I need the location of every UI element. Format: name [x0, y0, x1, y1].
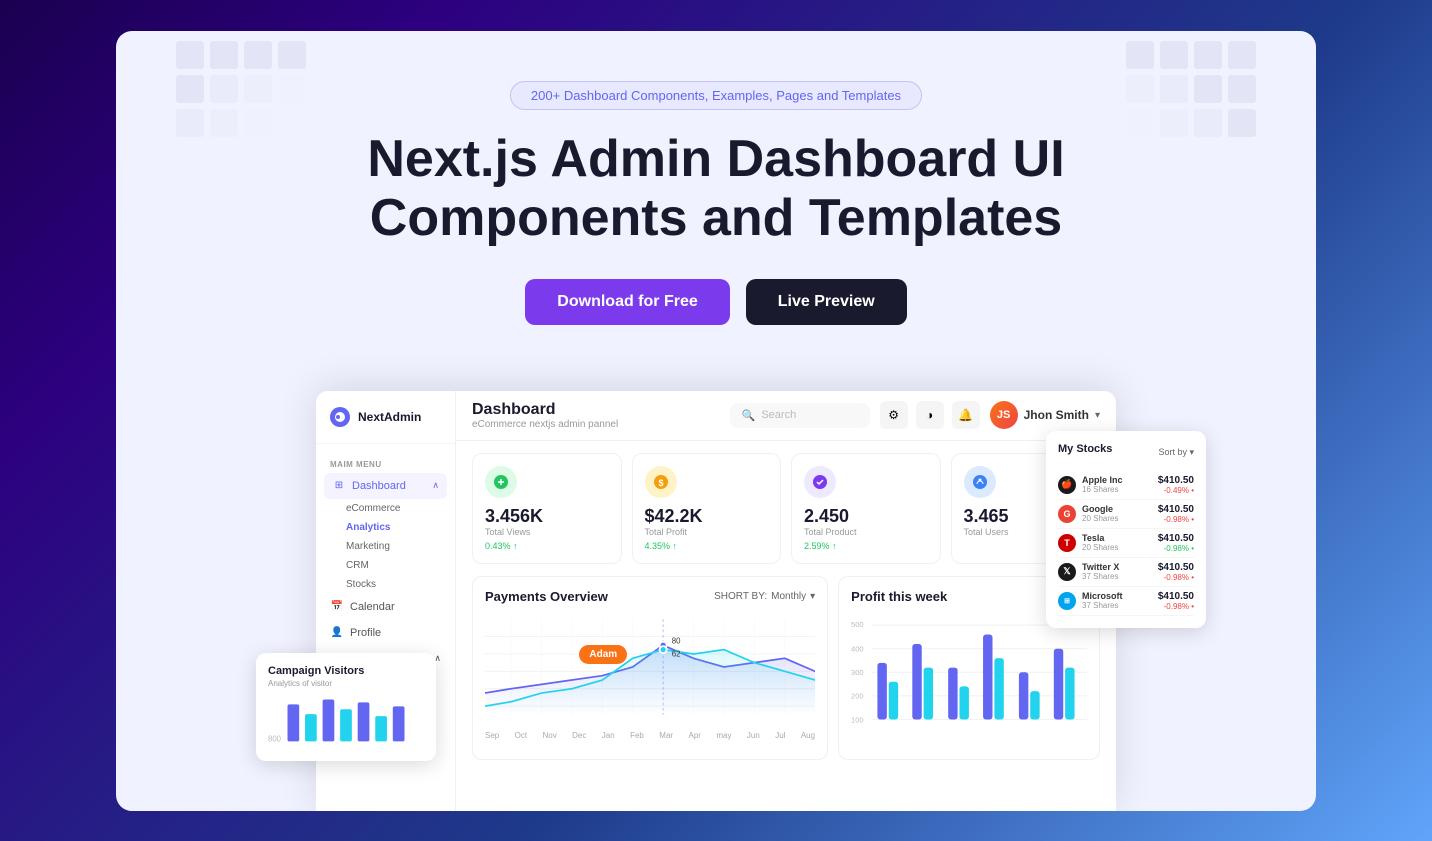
- stocks-card: My Stocks Sort by ▾ 🍎 Apple Inc16 Shares…: [1046, 431, 1206, 628]
- campaign-subtitle: Analytics of visitor: [268, 679, 424, 688]
- main-card: 200+ Dashboard Components, Examples, Pag…: [116, 31, 1316, 811]
- profit-label: Total Profit: [645, 527, 769, 537]
- payments-chart-card: Payments Overview SHORT BY: Monthly ▾ Ad…: [472, 576, 828, 760]
- stats-row: 3.456K Total Views 0.43% ↑ $ $42.2K Tota…: [456, 441, 1116, 564]
- microsoft-logo: ⊞: [1058, 592, 1076, 610]
- product-value: 2.450: [804, 506, 928, 527]
- svg-text:300: 300: [851, 668, 864, 677]
- stat-card-profit: $ $42.2K Total Profit 4.35% ↑: [632, 453, 782, 564]
- apple-logo: 🍎: [1058, 476, 1076, 494]
- dashboard-icon: ⊞: [332, 479, 346, 493]
- hero-section: 200+ Dashboard Components, Examples, Pag…: [116, 31, 1316, 326]
- dashboard-window: NextAdmin MAIM MENU ⊞ Dashboard ∧ eComme…: [316, 391, 1116, 811]
- profile-icon: 👤: [330, 626, 344, 640]
- charts-row: Payments Overview SHORT BY: Monthly ▾ Ad…: [456, 564, 1116, 772]
- sidebar-item-profile[interactable]: 👤 Profile: [316, 620, 455, 646]
- sidebar-sub-crm[interactable]: CRM: [316, 556, 455, 575]
- sidebar-item-dashboard[interactable]: ⊞ Dashboard ∧: [324, 473, 447, 499]
- sidebar-sub-stocks[interactable]: Stocks: [316, 575, 455, 594]
- svg-text:200: 200: [851, 691, 864, 700]
- payments-chart-header: Payments Overview SHORT BY: Monthly ▾: [485, 589, 815, 604]
- views-icon: [485, 466, 517, 498]
- topbar-icons: ⚙ ◑ 🔔: [880, 401, 980, 429]
- stock-microsoft: ⊞ Microsoft37 Shares $410.50-0.98% •: [1058, 587, 1194, 616]
- profit-icon: $: [645, 466, 677, 498]
- svg-text:$: $: [658, 478, 663, 488]
- sidebar-sub-ecommerce[interactable]: eCommerce: [316, 499, 455, 518]
- product-label: Total Product: [804, 527, 928, 537]
- topbar: Dashboard eCommerce nextjs admin pannel …: [456, 391, 1116, 441]
- expand-icon: ∧: [432, 480, 439, 491]
- filter-chevron: ▾: [810, 591, 815, 602]
- hero-title: Next.js Admin Dashboard UI Components an…: [366, 130, 1066, 250]
- search-placeholder: Search: [761, 409, 796, 421]
- svg-text:500: 500: [851, 620, 864, 629]
- page-title: Dashboard: [472, 401, 730, 419]
- product-icon: [804, 466, 836, 498]
- svg-text:100: 100: [851, 715, 864, 724]
- sidebar-section-label: MAIM MENU: [316, 452, 455, 473]
- views-change: 0.43% ↑: [485, 541, 609, 551]
- user-info[interactable]: JS Jhon Smith ▾: [990, 401, 1100, 429]
- payments-chart-title: Payments Overview: [485, 589, 608, 604]
- logo-icon: [330, 407, 350, 427]
- stocks-title: My Stocks: [1058, 443, 1112, 455]
- logo-text: NextAdmin: [358, 410, 421, 424]
- stat-card-views: 3.456K Total Views 0.43% ↑: [472, 453, 622, 564]
- profit-change: 4.35% ↑: [645, 541, 769, 551]
- views-label: Total Views: [485, 527, 609, 537]
- user-dropdown-icon: ▾: [1095, 410, 1100, 421]
- theme-icon[interactable]: ◑: [916, 401, 944, 429]
- stock-tesla: T Tesla20 Shares $410.50-0.98% •: [1058, 529, 1194, 558]
- twitter-logo: 𝕏: [1058, 563, 1076, 581]
- cta-buttons: Download for Free Live Preview: [116, 279, 1316, 325]
- user-avatar: JS: [990, 401, 1018, 429]
- main-content: Dashboard eCommerce nextjs admin pannel …: [456, 391, 1116, 811]
- download-button[interactable]: Download for Free: [525, 279, 729, 325]
- calendar-icon: 📅: [330, 600, 344, 614]
- product-change: 2.59% ↑: [804, 541, 928, 551]
- sidebar-logo: NextAdmin: [316, 407, 455, 444]
- tesla-logo: T: [1058, 534, 1076, 552]
- notification-icon[interactable]: 🔔: [952, 401, 980, 429]
- dashboard-preview: My Stocks Sort by ▾ 🍎 Apple Inc16 Shares…: [256, 391, 1176, 811]
- payments-line-chart: 80 62: [485, 612, 815, 722]
- campaign-bar-chart: 800: [268, 694, 424, 744]
- campaign-card: Campaign Visitors Analytics of visitor 8…: [256, 653, 436, 761]
- stocks-sort: Sort by ▾: [1158, 447, 1194, 458]
- svg-text:400: 400: [851, 644, 864, 653]
- stat-card-product: 2.450 Total Product 2.59% ↑: [791, 453, 941, 564]
- svg-text:800: 800: [268, 734, 282, 743]
- search-icon: 🔍: [742, 409, 756, 422]
- users-icon: [964, 466, 996, 498]
- stock-google: G Google20 Shares $410.50-0.98% •: [1058, 500, 1194, 529]
- campaign-title: Campaign Visitors: [268, 665, 424, 677]
- settings-icon[interactable]: ⚙: [880, 401, 908, 429]
- page-subtitle: eCommerce nextjs admin pannel: [472, 419, 730, 430]
- views-value: 3.456K: [485, 506, 609, 527]
- svg-text:80: 80: [672, 636, 681, 645]
- profit-value: $42.2K: [645, 506, 769, 527]
- live-preview-button[interactable]: Live Preview: [746, 279, 907, 325]
- chart-filter[interactable]: SHORT BY: Monthly ▾: [714, 591, 815, 602]
- sidebar-sub-marketing[interactable]: Marketing: [316, 537, 455, 556]
- x-axis-labels: Sep Oct Nov Dec Jan Feb Mar Apr may Jun …: [485, 731, 815, 740]
- profit-bar-chart: 500 400 300 200 100: [851, 612, 1087, 742]
- hero-badge: 200+ Dashboard Components, Examples, Pag…: [510, 81, 922, 110]
- sidebar-item-calendar[interactable]: 📅 Calendar: [316, 594, 455, 620]
- search-bar[interactable]: 🔍 Search: [730, 403, 870, 428]
- user-name: Jhon Smith: [1024, 408, 1089, 422]
- profit-chart-title: Profit this week: [851, 589, 947, 604]
- svg-text:62: 62: [672, 649, 681, 658]
- stock-twitter: 𝕏 Twitter X37 Shares $410.50-0.98% •: [1058, 558, 1194, 587]
- stock-apple: 🍎 Apple Inc16 Shares $410.50-0.49% •: [1058, 471, 1194, 500]
- page-title-area: Dashboard eCommerce nextjs admin pannel: [472, 401, 730, 430]
- google-logo: G: [1058, 505, 1076, 523]
- adam-tooltip: Adam: [579, 645, 627, 664]
- sidebar-sub-analytics[interactable]: Analytics: [316, 518, 455, 537]
